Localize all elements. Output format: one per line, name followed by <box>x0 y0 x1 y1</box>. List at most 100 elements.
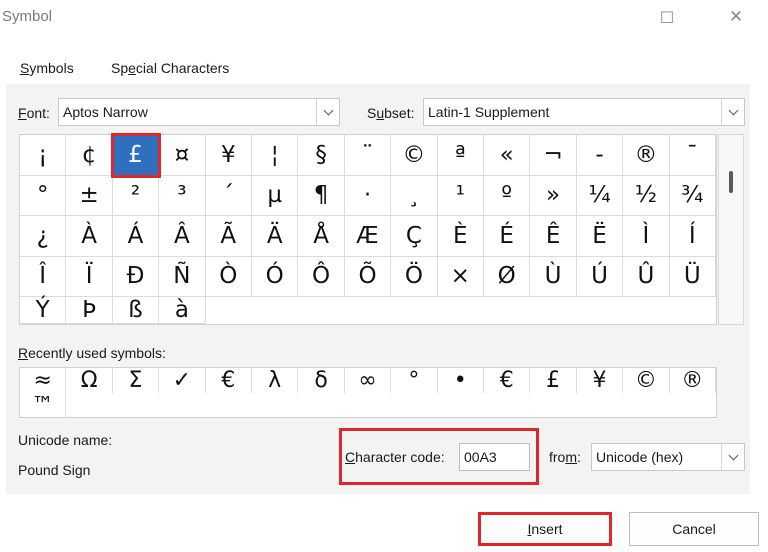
symbol-cell[interactable]: µ <box>252 175 299 216</box>
symbol-cell[interactable]: Ò <box>205 256 252 297</box>
symbol-cell[interactable]: Å <box>298 216 345 257</box>
recent-symbol-cell[interactable]: δ <box>298 368 345 393</box>
symbol-cell[interactable]: Ð <box>112 256 160 297</box>
chevron-down-icon[interactable] <box>316 99 339 125</box>
recent-symbol-cell[interactable]: ∞ <box>345 368 392 393</box>
symbol-cell[interactable]: Æ <box>344 216 392 257</box>
symbol-cell[interactable]: ½ <box>623 175 670 216</box>
symbol-cell[interactable]: ´ <box>205 175 252 216</box>
symbol-cell[interactable]: ® <box>623 135 670 176</box>
symbol-cell[interactable]: Ø <box>484 256 531 297</box>
symbol-cell[interactable]: ¯ <box>669 135 716 176</box>
recent-symbol-cell[interactable]: ¥ <box>577 368 624 393</box>
symbol-cell[interactable]: ¥ <box>205 135 252 176</box>
symbol-cell[interactable]: Õ <box>344 256 392 297</box>
recent-symbol-cell[interactable]: £ <box>530 368 577 393</box>
symbol-cell[interactable]: ¼ <box>576 175 624 216</box>
symbol-cell[interactable]: Ö <box>391 256 438 297</box>
symbol-cell[interactable]: « <box>484 135 531 176</box>
symbol-cell[interactable]: - <box>576 135 624 176</box>
chevron-down-icon[interactable] <box>721 444 744 470</box>
symbol-cell[interactable]: ª <box>437 135 484 176</box>
subset-label: Subset: <box>367 105 415 121</box>
symbol-cell[interactable]: Û <box>623 256 670 297</box>
symbol-cell[interactable]: ¡ <box>20 135 67 176</box>
symbol-cell[interactable]: ß <box>112 297 160 324</box>
tab-special-characters[interactable]: Special Characters <box>111 60 229 76</box>
from-dropdown[interactable]: Unicode (hex) <box>591 443 745 471</box>
symbol-cell[interactable]: Ã <box>205 216 252 257</box>
symbol-cell[interactable]: ± <box>66 175 113 216</box>
recent-symbol-cell[interactable]: ✓ <box>159 368 206 393</box>
symbol-cell[interactable]: Ú <box>576 256 624 297</box>
symbol-cell[interactable]: Ï <box>66 256 113 297</box>
character-code-input[interactable] <box>460 444 529 470</box>
title-bar: Symbol ☐ ✕ <box>0 0 768 34</box>
symbol-cell[interactable]: ¾ <box>669 175 716 216</box>
symbol-cell[interactable]: ¨ <box>344 135 392 176</box>
unicode-name-label: Unicode name: <box>18 432 113 448</box>
recent-symbol-cell[interactable]: © <box>623 368 670 393</box>
recent-symbol-cell[interactable]: ™ <box>20 393 67 418</box>
recent-symbol-cell[interactable]: € <box>206 368 252 393</box>
recent-symbol-cell[interactable]: Ω <box>66 368 113 393</box>
symbol-cell[interactable]: Ñ <box>159 256 206 297</box>
symbol-cell[interactable]: ¬ <box>530 135 577 176</box>
symbol-cell[interactable]: Ë <box>576 216 624 257</box>
symbol-cell[interactable]: ¢ <box>66 135 113 176</box>
symbol-cell[interactable]: Í <box>669 216 716 257</box>
recent-symbol-cell[interactable]: • <box>438 368 484 393</box>
recent-symbol-cell[interactable]: ≈ <box>20 368 67 393</box>
symbol-cell[interactable]: × <box>437 256 484 297</box>
cancel-button[interactable]: Cancel <box>629 512 759 546</box>
symbol-cell[interactable]: © <box>391 135 438 176</box>
symbol-cell[interactable]: Ó <box>252 256 299 297</box>
symbol-cell[interactable]: Ì <box>623 216 670 257</box>
insert-button[interactable]: Insert <box>478 512 612 546</box>
symbol-cell[interactable]: ¿ <box>20 216 67 257</box>
symbol-cell[interactable]: ° <box>20 175 67 216</box>
maximize-icon[interactable]: ☐ <box>655 6 679 28</box>
subset-dropdown[interactable]: Latin-1 Supplement <box>423 98 745 126</box>
recent-symbol-cell[interactable]: € <box>484 368 531 393</box>
symbol-cell[interactable]: Ç <box>391 216 438 257</box>
symbol-cell[interactable]: É <box>484 216 531 257</box>
symbol-cell[interactable]: Ü <box>669 256 716 297</box>
symbol-cell[interactable]: È <box>437 216 484 257</box>
recent-symbol-cell[interactable]: λ <box>252 368 299 393</box>
symbol-cell[interactable]: ¤ <box>159 135 206 176</box>
symbol-cell[interactable]: · <box>344 175 392 216</box>
symbol-cell[interactable]: Â <box>159 216 206 257</box>
tab-symbols[interactable]: Symbols <box>20 60 74 76</box>
scrollbar-thumb[interactable] <box>729 171 733 193</box>
symbol-cell[interactable]: Ý <box>20 297 67 324</box>
symbol-cell[interactable]: § <box>298 135 345 176</box>
symbol-cell[interactable]: À <box>66 216 113 257</box>
symbol-cell[interactable]: ¹ <box>437 175 484 216</box>
chevron-down-icon[interactable] <box>721 99 744 125</box>
symbol-cell[interactable]: Î <box>20 256 67 297</box>
symbol-cell[interactable]: Ô <box>298 256 345 297</box>
close-icon[interactable]: ✕ <box>724 6 748 28</box>
symbol-cell[interactable]: ¸ <box>391 175 438 216</box>
recent-symbol-cell[interactable]: Σ <box>113 368 160 393</box>
symbol-cell-selected[interactable]: £ <box>110 133 162 178</box>
font-value: Aptos Narrow <box>63 104 148 120</box>
symbol-cell[interactable]: ¶ <box>298 175 345 216</box>
symbol-cell[interactable]: Ê <box>530 216 577 257</box>
symbol-cell[interactable]: º <box>484 175 531 216</box>
symbol-cell[interactable]: Þ <box>66 297 113 324</box>
symbol-cell[interactable]: ³ <box>159 175 206 216</box>
symbol-cell[interactable]: Ä <box>252 216 299 257</box>
recent-symbol-cell[interactable]: ° <box>391 368 438 393</box>
symbol-cell[interactable]: ² <box>112 175 160 216</box>
scrollbar[interactable] <box>718 134 744 325</box>
symbol-cell[interactable]: » <box>530 175 577 216</box>
character-code-field[interactable] <box>459 443 530 471</box>
font-dropdown[interactable]: Aptos Narrow <box>58 98 340 126</box>
symbol-cell[interactable]: Á <box>112 216 160 257</box>
recent-symbol-cell[interactable]: ® <box>670 368 716 393</box>
symbol-cell[interactable]: à <box>159 297 206 324</box>
symbol-cell[interactable]: Ù <box>530 256 577 297</box>
symbol-cell[interactable]: ¦ <box>252 135 299 176</box>
